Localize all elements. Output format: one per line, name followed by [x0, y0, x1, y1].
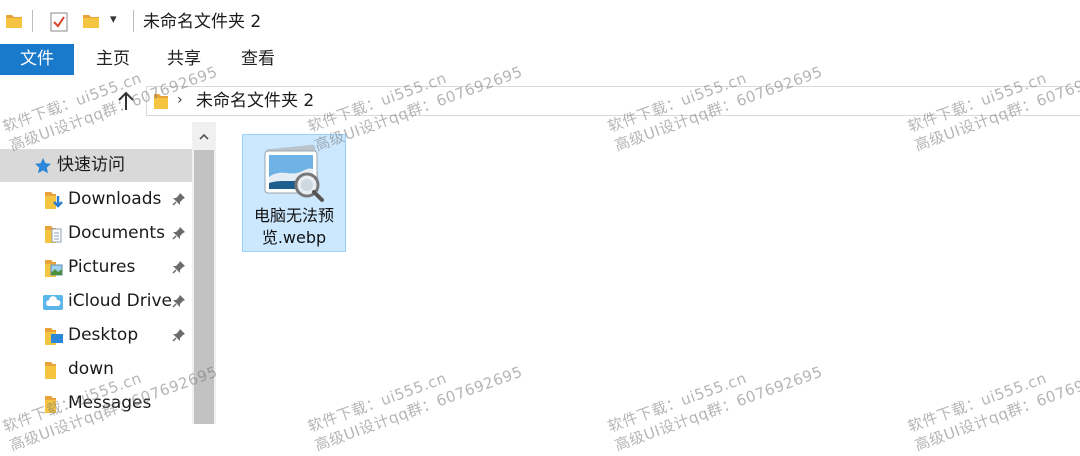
file-list-area[interactable]: 电脑无法预览.webp: [216, 122, 1080, 424]
sidebar-item-icloud-drive[interactable]: iCloud Drive: [0, 285, 192, 318]
properties-icon[interactable]: [50, 12, 68, 32]
sidebar-item-label: iCloud Drive: [68, 291, 173, 311]
downloads-folder-icon: [45, 192, 63, 209]
customize-quick-access-dropdown[interactable]: ▾: [110, 12, 117, 27]
folder-icon: [45, 362, 56, 379]
pin-icon[interactable]: [172, 328, 186, 342]
pin-icon[interactable]: [172, 260, 186, 274]
separator: [32, 10, 33, 32]
sidebar-item-documents[interactable]: Documents: [0, 217, 192, 250]
sidebar-item-label: Messages: [68, 393, 152, 413]
scroll-up-arrow-icon[interactable]: [192, 124, 216, 146]
image-preview-icon: [264, 144, 324, 202]
pictures-folder-icon: [45, 260, 63, 277]
sidebar-item-down[interactable]: down: [0, 353, 192, 386]
tab-view[interactable]: 查看: [241, 44, 275, 75]
folder-icon: [45, 396, 56, 413]
sidebar-item-label: 快速访问: [57, 155, 125, 175]
sidebar-item-label: Pictures: [68, 257, 136, 277]
star-icon: [35, 158, 51, 174]
pin-icon[interactable]: [172, 294, 186, 308]
address-row: › 未命名文件夹 2: [0, 78, 1080, 122]
desktop-folder-icon: [45, 328, 63, 345]
sidebar-item-label: down: [68, 359, 114, 379]
new-folder-icon[interactable]: [82, 12, 100, 30]
pin-icon[interactable]: [172, 226, 186, 240]
navigation-pane: 快速访问 Downloads Documents Pictures iCloud…: [0, 122, 192, 424]
sidebar-item-desktop[interactable]: Desktop: [0, 319, 192, 352]
sidebar-item-pictures[interactable]: Pictures: [0, 251, 192, 284]
breadcrumb-current-folder[interactable]: 未命名文件夹 2: [196, 90, 314, 112]
folder-icon: [154, 94, 168, 109]
folder-icon[interactable]: [5, 12, 23, 30]
pin-icon[interactable]: [172, 192, 186, 206]
icloud-folder-icon: [43, 295, 63, 310]
separator: [133, 10, 134, 32]
tab-home[interactable]: 主页: [96, 44, 130, 75]
window-title: 未命名文件夹 2: [143, 12, 262, 32]
tab-share[interactable]: 共享: [167, 44, 201, 75]
nav-pane-scrollbar[interactable]: [192, 122, 216, 424]
up-arrow-icon[interactable]: [117, 91, 135, 111]
scrollbar-thumb[interactable]: [194, 150, 214, 424]
file-name: 电脑无法预览.webp: [253, 206, 334, 247]
title-bar: ▾ 未命名文件夹 2: [0, 0, 1080, 44]
sidebar-item-messages[interactable]: Messages: [0, 387, 192, 420]
tab-file[interactable]: 文件: [0, 44, 74, 75]
chevron-up-icon: [199, 133, 209, 140]
ribbon: 文件 主页 共享 查看: [0, 44, 1080, 78]
documents-folder-icon: [45, 226, 62, 243]
sidebar-item-quick-access[interactable]: 快速访问: [0, 149, 192, 182]
sidebar-item-downloads[interactable]: Downloads: [0, 183, 192, 216]
sidebar-item-label: Documents: [68, 223, 165, 243]
address-bar[interactable]: › 未命名文件夹 2: [146, 86, 1080, 116]
sidebar-item-label: Downloads: [68, 189, 162, 209]
file-item[interactable]: 电脑无法预览.webp: [242, 134, 346, 252]
sidebar-item-label: Desktop: [68, 325, 139, 345]
breadcrumb-separator[interactable]: ›: [177, 92, 183, 108]
